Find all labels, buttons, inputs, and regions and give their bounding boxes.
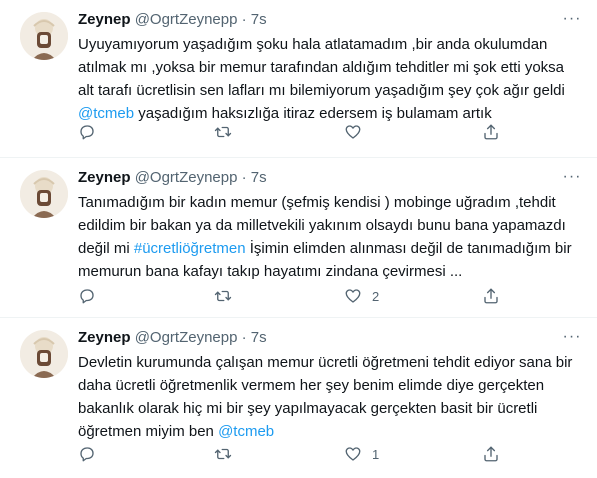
- tweet-header: Zeynep @OgrtZeynepp · 7s: [78, 10, 557, 30]
- like-button[interactable]: [344, 120, 372, 144]
- display-name[interactable]: Zeynep: [78, 169, 131, 186]
- heart-icon: [345, 289, 361, 303]
- avatar-image: [20, 12, 68, 60]
- retweet-button[interactable]: [214, 442, 232, 466]
- handle-and-time[interactable]: @OgrtZeynepp · 7s: [135, 11, 267, 28]
- reply-icon: [80, 447, 94, 462]
- tweet[interactable]: Zeynep @OgrtZeynepp · 7s ··· Uyuyamıyoru…: [0, 0, 597, 158]
- tweet-feed: Zeynep @OgrtZeynepp · 7s ··· Uyuyamıyoru…: [0, 0, 597, 478]
- heart-icon: [345, 125, 361, 139]
- avatar[interactable]: [20, 12, 68, 60]
- tweet-actions: 1: [78, 442, 577, 466]
- tweet-text: Tanımadığım bir kadın memur (şefmiş kend…: [78, 191, 577, 283]
- share-button[interactable]: [482, 442, 500, 466]
- retweet-icon: [214, 448, 232, 460]
- like-button[interactable]: 1: [344, 442, 379, 466]
- hashtag-link[interactable]: #ücretliöğretmen: [134, 240, 246, 257]
- share-button[interactable]: [482, 120, 500, 144]
- heart-icon: [345, 447, 361, 461]
- share-icon: [484, 288, 498, 304]
- more-horizontal-icon[interactable]: ···: [561, 326, 583, 348]
- retweet-button[interactable]: [214, 120, 232, 144]
- tweet-header: Zeynep @OgrtZeynepp · 7s: [78, 168, 557, 188]
- reply-button[interactable]: [78, 120, 96, 144]
- tweet-text-part: Devletin kurumunda çalışan memur ücretli…: [78, 354, 573, 440]
- like-count: 2: [372, 288, 380, 304]
- display-name[interactable]: Zeynep: [78, 11, 131, 28]
- avatar[interactable]: [20, 330, 68, 378]
- avatar-image: [20, 170, 68, 218]
- like-count: 1: [372, 446, 380, 462]
- tweet[interactable]: Zeynep @OgrtZeynepp · 7s ··· Devletin ku…: [0, 318, 597, 478]
- tweet-actions: [78, 120, 577, 144]
- reply-icon: [80, 125, 94, 140]
- retweet-button[interactable]: [214, 284, 232, 308]
- like-button[interactable]: 2: [344, 284, 379, 308]
- avatar-image: [20, 330, 68, 378]
- display-name[interactable]: Zeynep: [78, 329, 131, 346]
- avatar[interactable]: [20, 170, 68, 218]
- handle-and-time[interactable]: @OgrtZeynepp · 7s: [135, 169, 267, 186]
- tweet-text: Uyuyamıyorum yaşadığım şoku hala atlatam…: [78, 33, 577, 125]
- reply-button[interactable]: [78, 284, 96, 308]
- tweet[interactable]: Zeynep @OgrtZeynepp · 7s ··· Tanımadığım…: [0, 158, 597, 318]
- handle-and-time[interactable]: @OgrtZeynepp · 7s: [135, 329, 267, 346]
- reply-icon: [80, 289, 94, 304]
- tweet-text: Devletin kurumunda çalışan memur ücretli…: [78, 351, 577, 443]
- share-icon: [484, 446, 498, 462]
- share-icon: [484, 124, 498, 140]
- tweet-text-part: Uyuyamıyorum yaşadığım şoku hala atlatam…: [78, 36, 565, 99]
- more-horizontal-icon[interactable]: ···: [561, 166, 583, 188]
- reply-button[interactable]: [78, 442, 96, 466]
- mention-link[interactable]: @tcmeb: [218, 423, 274, 440]
- tweet-actions: 2: [78, 284, 577, 308]
- share-button[interactable]: [482, 284, 500, 308]
- retweet-icon: [214, 290, 232, 302]
- tweet-header: Zeynep @OgrtZeynepp · 7s: [78, 328, 557, 348]
- retweet-icon: [214, 126, 232, 138]
- more-horizontal-icon[interactable]: ···: [561, 8, 583, 30]
